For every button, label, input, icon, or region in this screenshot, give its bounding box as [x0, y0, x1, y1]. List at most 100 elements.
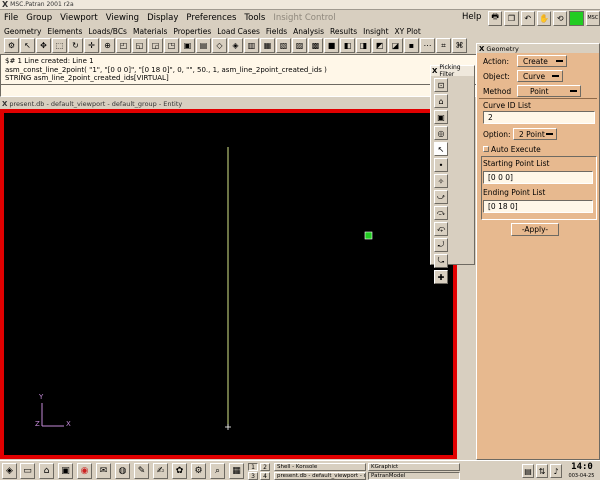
- pick-point-icon[interactable]: ▣: [434, 110, 448, 124]
- desktop-3-button[interactable]: 3: [248, 472, 258, 480]
- start-menu-icon[interactable]: ◈: [2, 463, 17, 479]
- menu-file[interactable]: File: [4, 13, 18, 23]
- app-button-xy-plot[interactable]: XY Plot: [395, 27, 421, 36]
- apply-button[interactable]: -Apply-: [511, 223, 559, 236]
- show-labels-icon[interactable]: ◨: [356, 38, 371, 53]
- pick-intersect-icon[interactable]: ✧: [434, 174, 448, 188]
- app-button-loads-bcs[interactable]: Loads/BCs: [88, 27, 127, 36]
- tray-clipboard-icon[interactable]: ▤: [522, 464, 534, 478]
- settings-icon[interactable]: ⚙: [4, 38, 19, 53]
- help-lifebuoy-icon[interactable]: ◉: [77, 463, 92, 479]
- graphics-viewport[interactable]: Y X Z: [0, 109, 457, 459]
- terminal-icon[interactable]: ▣: [58, 463, 73, 479]
- plot-erase-icon[interactable]: ◧: [340, 38, 355, 53]
- menu-viewport[interactable]: Viewport: [60, 13, 98, 23]
- app-button-load-cases[interactable]: Load Cases: [217, 27, 260, 36]
- pick-any-icon[interactable]: ⊡: [434, 78, 448, 92]
- reset-graphics-icon[interactable]: ⟲: [553, 10, 568, 26]
- fit-view-icon[interactable]: ◲: [148, 38, 163, 53]
- app-button-results[interactable]: Results: [330, 27, 357, 36]
- pick-interpolate-icon[interactable]: ⤿: [434, 254, 448, 268]
- object-select[interactable]: Curve: [517, 70, 563, 82]
- search-icon[interactable]: ⌕: [210, 463, 225, 479]
- command-line-input[interactable]: [0, 84, 478, 97]
- iso-view-1-icon[interactable]: ◇: [212, 38, 227, 53]
- graphics-icon[interactable]: ✿: [172, 463, 187, 479]
- option-select[interactable]: 2 Point: [513, 128, 557, 140]
- show-geometry-icon[interactable]: ⌘: [452, 38, 467, 53]
- app-button-analysis[interactable]: Analysis: [293, 27, 324, 36]
- curve-id-input[interactable]: 2: [483, 111, 595, 124]
- smooth-shade-icon[interactable]: ▩: [308, 38, 323, 53]
- tray-volume-icon[interactable]: ♪: [550, 464, 562, 478]
- abort-icon[interactable]: ✋: [536, 10, 552, 26]
- task-konsole[interactable]: Shell - Konsole: [274, 463, 366, 471]
- pick-node-icon[interactable]: ⌂: [434, 94, 448, 108]
- action-select[interactable]: Create: [517, 55, 567, 67]
- zoom-in-icon[interactable]: ◰: [116, 38, 131, 53]
- home-folder-icon[interactable]: ⌂: [39, 463, 54, 479]
- graphics-canvas[interactable]: Y X Z: [4, 113, 453, 455]
- menu-tools[interactable]: Tools: [244, 13, 265, 23]
- ending-point-input[interactable]: [0 18 0]: [483, 200, 593, 213]
- wireframe-icon[interactable]: ▧: [276, 38, 291, 53]
- app-button-geometry[interactable]: Geometry: [4, 27, 41, 36]
- settings-center-icon[interactable]: ⚙: [191, 463, 206, 479]
- pick-screen-icon[interactable]: ◎: [434, 126, 448, 140]
- flat-shade-icon[interactable]: ■: [324, 38, 339, 53]
- free-edges-icon[interactable]: ⌗: [436, 38, 451, 53]
- menu-viewing[interactable]: Viewing: [106, 13, 139, 23]
- hidden-line-icon[interactable]: ▨: [292, 38, 307, 53]
- iso-view-2-icon[interactable]: ◈: [228, 38, 243, 53]
- pick-cursor-icon[interactable]: ↖: [434, 142, 448, 156]
- center-icon[interactable]: ⊕: [100, 38, 115, 53]
- pick-vertex-icon[interactable]: •: [434, 158, 448, 172]
- task-kgraphict[interactable]: KGraphict: [368, 463, 460, 471]
- iso-view-3-icon[interactable]: ▥: [244, 38, 259, 53]
- menu-display[interactable]: Display: [147, 13, 178, 23]
- side-view-icon[interactable]: ▤: [196, 38, 211, 53]
- pick-coordinate-icon[interactable]: ✚: [434, 270, 448, 284]
- app-button-elements[interactable]: Elements: [47, 27, 82, 36]
- calculator-icon[interactable]: ▦: [229, 463, 244, 479]
- app-button-materials[interactable]: Materials: [133, 27, 167, 36]
- pointer-icon[interactable]: ↖: [20, 38, 35, 53]
- method-select[interactable]: Point: [517, 85, 581, 97]
- pick-edge-icon[interactable]: ⤼: [434, 206, 448, 220]
- pick-curve-icon[interactable]: ⤻: [434, 190, 448, 204]
- show-nodes-icon[interactable]: ◪: [388, 38, 403, 53]
- iso-view-4-icon[interactable]: ▦: [260, 38, 275, 53]
- pan-icon[interactable]: ✛: [84, 38, 99, 53]
- task-patran-model[interactable]: PatranModel: [368, 472, 460, 480]
- desktop-2-button[interactable]: 2: [260, 463, 270, 471]
- office-icon[interactable]: ✍: [153, 463, 168, 479]
- desktop-4-button[interactable]: 4: [260, 472, 270, 480]
- mail-icon[interactable]: ✉: [96, 463, 111, 479]
- hide-labels-icon[interactable]: ◩: [372, 38, 387, 53]
- zoom-icon[interactable]: ⬚: [52, 38, 67, 53]
- printer-icon[interactable]: 🖶: [488, 10, 503, 26]
- pick-midpoint-icon[interactable]: ⤽: [434, 222, 448, 236]
- top-view-icon[interactable]: ▣: [180, 38, 195, 53]
- menu-preferences[interactable]: Preferences: [186, 13, 236, 23]
- front-view-icon[interactable]: ◳: [164, 38, 179, 53]
- tray-network-icon[interactable]: ⇅: [536, 464, 548, 478]
- editor-icon[interactable]: ✎: [134, 463, 149, 479]
- app-button-properties[interactable]: Properties: [173, 27, 211, 36]
- zoom-out-icon[interactable]: ◱: [132, 38, 147, 53]
- node-size-icon[interactable]: ⋯: [420, 38, 435, 53]
- window-list-icon[interactable]: ▭: [20, 463, 35, 479]
- task-viewport[interactable]: present.db - default_viewport - d: [274, 472, 366, 480]
- pick-projection-icon[interactable]: ⤾: [434, 238, 448, 252]
- starting-point-input[interactable]: [0 0 0]: [483, 171, 593, 184]
- show-elements-icon[interactable]: ▪: [404, 38, 419, 53]
- menu-group[interactable]: Group: [26, 13, 52, 23]
- app-button-fields[interactable]: Fields: [266, 27, 287, 36]
- desktop-1-button[interactable]: 1: [248, 463, 258, 471]
- app-button-insight[interactable]: Insight: [363, 27, 388, 36]
- auto-execute-checkbox[interactable]: [483, 146, 489, 152]
- copy-icon[interactable]: ❐: [504, 10, 519, 26]
- browser-icon[interactable]: ◍: [115, 463, 130, 479]
- clock-time[interactable]: 14:0: [565, 462, 599, 473]
- undo-icon[interactable]: ↶: [520, 10, 535, 26]
